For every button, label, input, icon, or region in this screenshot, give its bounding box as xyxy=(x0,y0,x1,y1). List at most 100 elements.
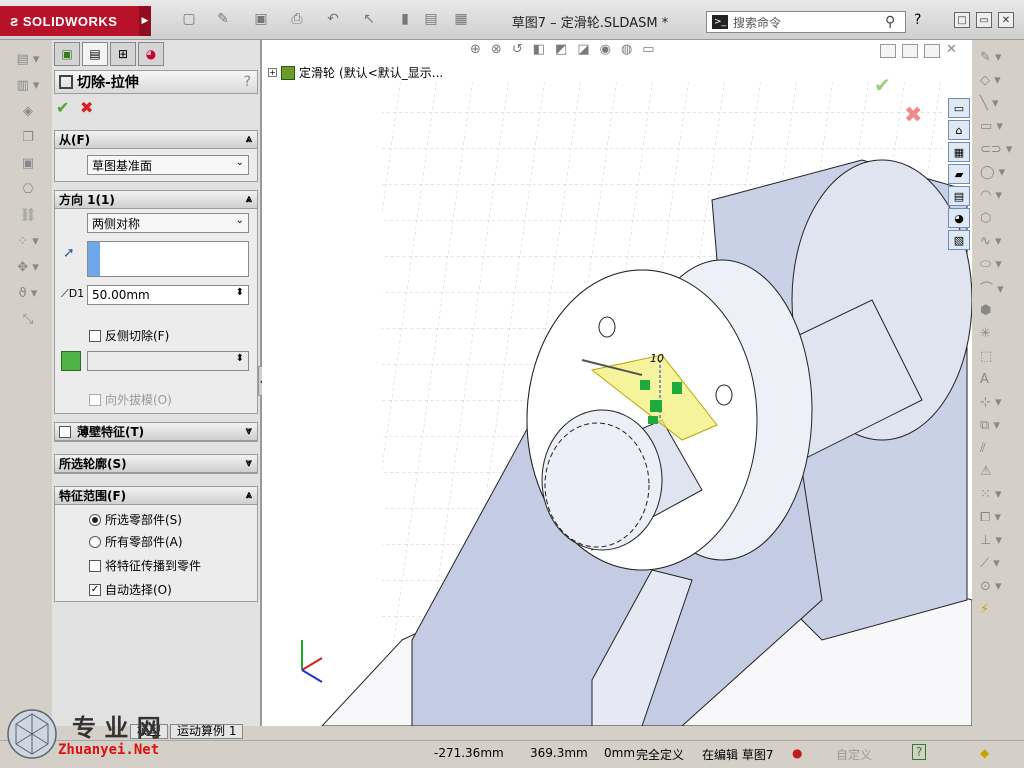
scope-all-radio[interactable]: 所有零部件(A) xyxy=(89,533,183,550)
hide-show-icon[interactable]: ◉ xyxy=(600,42,611,60)
point-icon[interactable]: ✳ xyxy=(980,323,1016,343)
tab-display-manager[interactable]: ◕ xyxy=(138,42,164,66)
print-icon[interactable]: ⎙ xyxy=(288,10,306,28)
rebuild-light-icon[interactable]: ● xyxy=(792,746,802,760)
trim-icon[interactable]: ⊹ ▾ xyxy=(980,392,1016,412)
convert-icon[interactable]: ⧉ ▾ xyxy=(980,415,1016,435)
section-view-icon[interactable]: ◧ xyxy=(533,42,545,60)
resources-icon[interactable]: ▭ xyxy=(948,98,970,118)
handle[interactable] xyxy=(640,380,650,390)
search-input[interactable]: >_ 搜索命令 ⚲ xyxy=(706,11,906,33)
sheet-icon[interactable]: ▤ ▾ xyxy=(10,48,46,70)
auto-select-checkbox[interactable]: ✓ 自动选择(O) xyxy=(89,581,172,598)
open-icon[interactable]: ✎ xyxy=(214,10,232,28)
thin-feature-header[interactable]: 薄壁特征(T) ⩔ xyxy=(55,423,257,441)
previous-view-icon[interactable]: ↺ xyxy=(512,42,523,60)
depth-input[interactable]: 50.00mm ⬍ xyxy=(87,285,249,305)
tab-feature-tree[interactable]: ▣ xyxy=(54,42,80,66)
zoom-area-icon[interactable]: ⊗ xyxy=(491,42,502,60)
draft-icon[interactable] xyxy=(61,351,81,371)
mate-icon[interactable]: ⎔ xyxy=(10,178,46,200)
propagate-checkbox[interactable]: 将特征传播到零件 xyxy=(89,557,201,574)
expand-icon[interactable]: + xyxy=(268,68,277,77)
cancel-button[interactable]: ✖ xyxy=(80,98,93,117)
repair-icon[interactable]: ⟋ ▾ xyxy=(980,553,1016,573)
quick-snaps-icon[interactable]: ⊙ ▾ xyxy=(980,576,1016,596)
pattern-icon[interactable]: ⁘ ▾ xyxy=(10,230,46,252)
spring-icon[interactable]: ϑ ▾ xyxy=(10,282,46,304)
plane-icon[interactable]: ⬢ xyxy=(980,300,1016,320)
custom-props-icon[interactable]: ▧ xyxy=(948,230,970,250)
slot-icon[interactable]: ⊂⊃ ▾ xyxy=(980,139,1016,159)
direction-selection-box[interactable] xyxy=(87,241,249,277)
ok-button[interactable]: ✔ xyxy=(56,98,69,117)
viewport-close-icon[interactable]: ✕ xyxy=(946,42,957,57)
solidworks-logo[interactable]: ƨ SOLIDWORKS xyxy=(0,6,150,36)
copy-icon[interactable]: ❐ xyxy=(10,126,46,148)
confirm-ok-icon[interactable]: ✔ xyxy=(874,73,891,97)
confirm-cancel-icon[interactable]: ✖ xyxy=(904,103,922,128)
arc-icon[interactable]: ◠ ▾ xyxy=(980,185,1016,205)
stack-icon[interactable]: ▣ xyxy=(10,152,46,174)
spinner-icon[interactable]: ⬍ xyxy=(236,287,244,298)
tab-property-manager[interactable]: ▤ xyxy=(82,42,108,66)
help-icon[interactable]: ? xyxy=(914,12,921,28)
search-icon[interactable]: ⚲ xyxy=(885,14,905,30)
text-icon[interactable]: A xyxy=(980,369,1016,389)
scene-icon[interactable]: ▭ xyxy=(642,42,654,60)
file-explorer-icon[interactable]: ▰ xyxy=(948,164,970,184)
units-label[interactable]: 自定义 xyxy=(836,746,872,763)
handle[interactable] xyxy=(650,400,662,412)
home-icon[interactable]: ⌂ xyxy=(948,120,970,140)
offset-icon[interactable]: ⫽ xyxy=(980,438,1016,458)
model-view[interactable]: 10 ✔ ✖ xyxy=(262,40,972,726)
checkbox-box[interactable] xyxy=(59,425,71,438)
move-entities-icon[interactable]: ⧠ ▾ xyxy=(980,507,1016,527)
from-select[interactable]: 草图基准面 ⌄ xyxy=(87,155,249,175)
flyout-tree[interactable]: + 定滑轮 (默认<默认_显示... xyxy=(268,64,443,81)
chain-icon[interactable]: ⛓ xyxy=(10,204,46,226)
viewport-min-button[interactable] xyxy=(880,44,896,58)
tab-config-manager[interactable]: ⊞ xyxy=(110,42,136,66)
restore-button[interactable]: ▭ xyxy=(976,12,992,28)
layer-icon[interactable]: ▥ ▾ xyxy=(10,74,46,96)
scope-header[interactable]: 特征范围(F) ⩓ xyxy=(55,487,257,505)
rebuild-icon[interactable]: ▮ xyxy=(396,10,414,28)
graphics-area[interactable]: 10 ✔ ✖ xyxy=(262,40,972,726)
zoom-fit-icon[interactable]: ⊕ xyxy=(470,42,481,60)
end-condition-select[interactable]: 两侧对称 ⌄ xyxy=(87,213,249,233)
explode-icon[interactable]: ⤡ xyxy=(10,308,46,330)
appearance-icon[interactable]: ◍ xyxy=(621,42,632,60)
smart-dim-icon[interactable]: ◇ ▾ xyxy=(980,70,1016,90)
file-props-icon[interactable]: ▤ xyxy=(422,10,440,28)
save-icon[interactable]: ▣ xyxy=(252,10,270,28)
viewport-max-button[interactable] xyxy=(924,44,940,58)
mirror-icon[interactable]: ⚠ xyxy=(980,461,1016,481)
close-button[interactable]: ✕ xyxy=(998,12,1014,28)
viewport-tile-button[interactable] xyxy=(902,44,918,58)
dimension-label[interactable]: 10 xyxy=(650,352,664,365)
help-icon[interactable]: ? xyxy=(912,744,927,760)
ellipse-icon[interactable]: ⬭ ▾ xyxy=(980,254,1016,274)
cube-icon[interactable]: ◈ xyxy=(10,100,46,122)
direction1-header[interactable]: 方向 1(1) ⩓ xyxy=(55,191,257,209)
minimize-button[interactable]: □ xyxy=(954,12,970,28)
tag-icon[interactable]: ◆ xyxy=(980,746,989,760)
options-icon[interactable]: ▦ xyxy=(452,10,470,28)
from-header[interactable]: 从(F) ⩓ xyxy=(55,131,257,149)
rectangle-icon[interactable]: ▭ ▾ xyxy=(980,116,1016,136)
view-orientation-icon[interactable]: ◩ xyxy=(555,42,567,60)
scope-selected-radio[interactable]: 所选零部件(S) xyxy=(89,511,182,528)
move-icon[interactable]: ✥ ▾ xyxy=(10,256,46,278)
flip-cut-checkbox[interactable]: 反侧切除(F) xyxy=(89,327,169,344)
spline-icon[interactable]: ∿ ▾ xyxy=(980,231,1016,251)
linear-pattern-icon[interactable]: ⁙ ▾ xyxy=(980,484,1016,504)
line-icon[interactable]: ╲ ▾ xyxy=(980,93,1016,113)
menu-arrow-icon[interactable]: ▶ xyxy=(139,6,151,36)
design-library-icon[interactable]: ▦ xyxy=(948,142,970,162)
circle-icon[interactable]: ◯ ▾ xyxy=(980,162,1016,182)
appearances-icon[interactable]: ◕ xyxy=(948,208,970,228)
relations-icon[interactable]: ⊥ ▾ xyxy=(980,530,1016,550)
handle[interactable] xyxy=(648,416,658,424)
polygon-icon[interactable]: ⬡ xyxy=(980,208,1016,228)
